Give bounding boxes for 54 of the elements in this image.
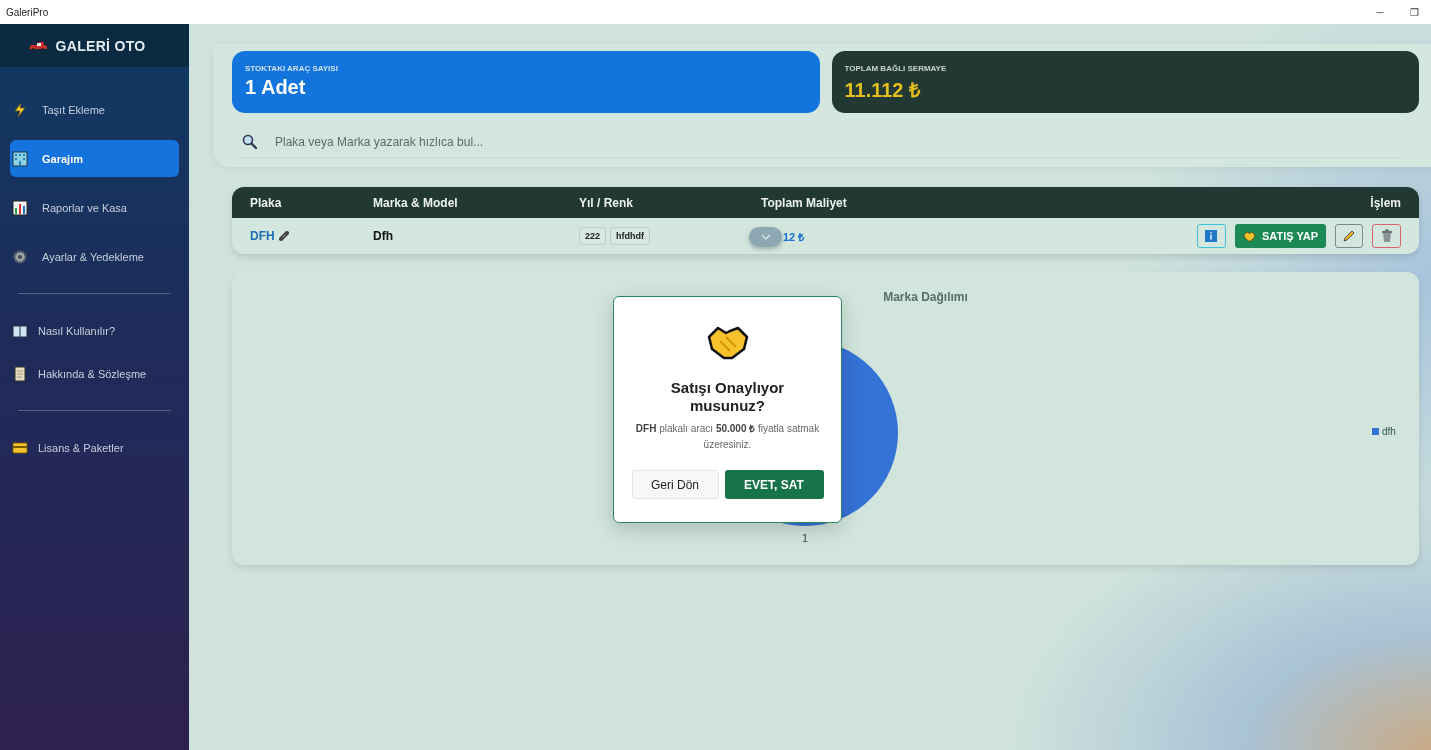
cost-value: 12 ₺ <box>783 229 805 244</box>
handshake-icon <box>705 325 750 361</box>
column-header: Yıl / Renk <box>579 195 635 210</box>
edit-button[interactable] <box>1335 224 1363 248</box>
column-header: Plaka <box>250 195 283 210</box>
dialog-message: DFH plakalı aracı 50.000 ₺ fiyatla satmak üzeresiniz. <box>634 422 821 452</box>
trash-icon <box>1380 229 1393 243</box>
scroll-icon <box>12 365 28 382</box>
color-tag: hfdhdf <box>610 227 650 245</box>
minimize-button[interactable]: ─ <box>1363 6 1397 18</box>
nav-item[interactable]: Lisans & Paketler <box>10 429 179 466</box>
window-title: GaleriPro <box>6 6 49 18</box>
lightning-icon <box>12 101 28 118</box>
chart-title: Marka Dağılımı <box>882 290 969 306</box>
nav-item[interactable]: Garajım <box>10 140 179 177</box>
nav-item[interactable]: Nasıl Kullanılır? <box>10 312 179 349</box>
credit-card-icon <box>12 439 28 456</box>
bar-chart-icon <box>12 199 28 216</box>
scroll-down-button[interactable] <box>749 226 782 247</box>
pill-icon <box>278 231 289 241</box>
plate-link[interactable]: DFH <box>250 229 275 243</box>
year-tag: 222 <box>579 227 607 245</box>
table-cell: Dfh <box>373 229 393 243</box>
info-button[interactable] <box>1196 224 1226 248</box>
stat-value: 11.112 ₺ <box>844 78 922 103</box>
legend-label: dfh <box>1382 426 1396 437</box>
data-label: 1 <box>801 532 809 544</box>
search-field[interactable]: Plaka veya Marka yazarak hızlıca bul... <box>232 127 1407 157</box>
cancel-button[interactable]: Geri Dön <box>631 470 719 499</box>
race-car-icon <box>27 40 48 51</box>
nav-item[interactable]: Hakkında & Sözleşme <box>10 355 179 392</box>
legend-item: dfh <box>1372 426 1396 437</box>
info-icon <box>1205 230 1218 242</box>
stat-label: STOKTAKI ARAÇ SAYISI <box>245 64 339 73</box>
caret-icon <box>760 233 771 240</box>
settings-icon <box>12 248 28 265</box>
nav-item[interactable]: Taşıt Ekleme <box>10 91 179 128</box>
restore-button[interactable]: ❐ <box>1397 6 1431 18</box>
sell-button[interactable]: SATIŞ YAP <box>1234 224 1326 248</box>
column-header: İşlem <box>1370 195 1401 210</box>
delete-button[interactable] <box>1372 224 1401 248</box>
stat-value: 1 Adet <box>245 76 307 99</box>
nav-item[interactable]: Raporlar ve Kasa <box>10 189 179 226</box>
confirm-button[interactable]: EVET, SAT <box>724 470 824 499</box>
book-icon <box>12 322 28 339</box>
column-header: Toplam Maliyet <box>761 195 848 210</box>
stat-label: TOPLAM BAĞLI SERMAYE <box>844 64 948 73</box>
nav-item[interactable]: Ayarlar & Yedekleme <box>10 238 179 275</box>
building-icon <box>12 150 28 167</box>
pencil-icon <box>1342 229 1356 243</box>
dialog-title: Satışı Onaylıyor musunuz? <box>669 379 786 415</box>
column-header: Marka & Model <box>373 195 459 210</box>
brand-name: GALERİ OTO <box>55 37 146 54</box>
handshake-icon <box>1242 230 1256 242</box>
